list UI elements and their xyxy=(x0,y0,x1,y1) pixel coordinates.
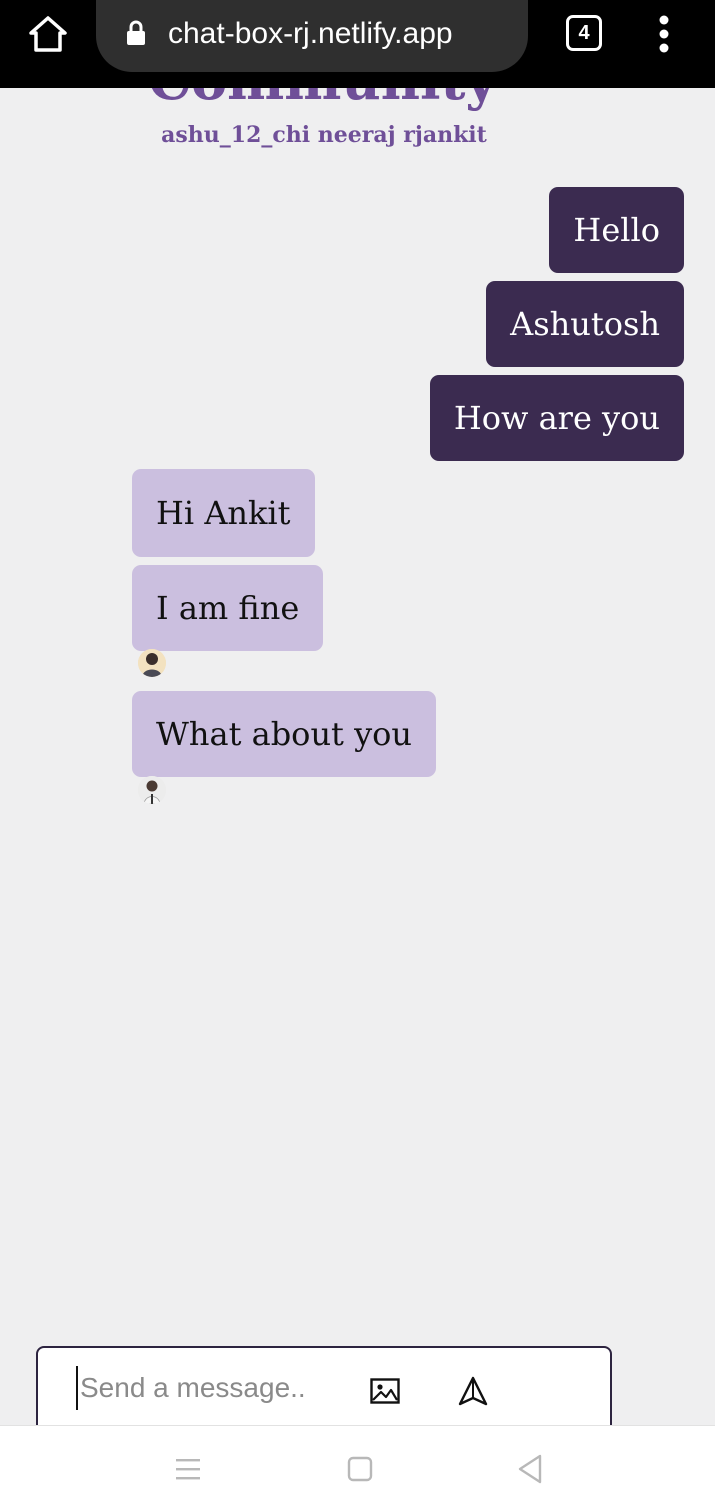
browser-toolbar: chat-box-rj.netlify.app 4 xyxy=(0,0,715,88)
tab-switcher-button[interactable]: 4 xyxy=(566,15,602,51)
message-bubble-sent: Hello xyxy=(549,187,684,273)
avatar xyxy=(138,649,166,677)
chat-page: chat-box-rj.netlify.app 4 Community ashu… xyxy=(0,0,715,1512)
recent-apps-icon[interactable] xyxy=(174,1456,202,1482)
message-bubble-received: I am fine xyxy=(132,565,324,651)
message-bubble-received: What about you xyxy=(132,691,437,777)
system-nav-bar xyxy=(0,1425,715,1512)
more-vertical-icon[interactable] xyxy=(650,14,678,54)
message-bubble-sent: How are you xyxy=(429,375,684,461)
message-bubble-received: Hi Ankit xyxy=(132,469,315,557)
member-list: ashu_12_chi neeraj rjankit xyxy=(161,122,487,148)
image-icon[interactable] xyxy=(370,1378,400,1404)
url-text[interactable]: chat-box-rj.netlify.app xyxy=(168,14,453,54)
message-bubble-sent: Ashutosh xyxy=(486,281,684,367)
message-input[interactable] xyxy=(76,1366,316,1410)
lock-icon xyxy=(127,20,145,45)
send-icon[interactable] xyxy=(458,1376,488,1406)
home-square-icon[interactable] xyxy=(346,1455,374,1483)
home-icon[interactable] xyxy=(26,12,70,56)
back-triangle-icon[interactable] xyxy=(516,1453,544,1485)
avatar xyxy=(138,776,166,804)
message-composer xyxy=(36,1346,612,1436)
